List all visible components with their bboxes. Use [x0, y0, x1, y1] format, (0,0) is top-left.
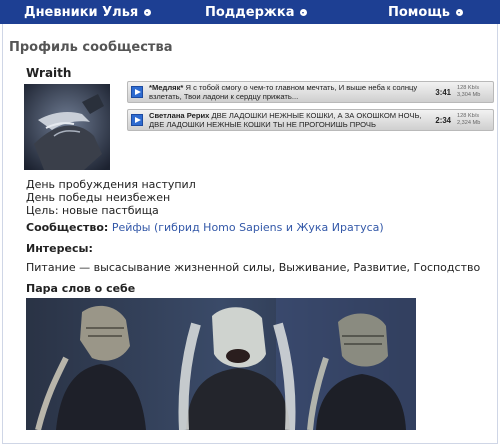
track-title: Я с тобой смогу о чем-то главном мечтать… [149, 83, 418, 101]
about-photo [26, 298, 416, 430]
nav-item-help[interactable]: Помощь [388, 0, 463, 24]
community-row: Сообщество: Рейфы (гибрид Homo Sapiens и… [26, 221, 384, 234]
play-icon[interactable] [131, 114, 143, 126]
track-artist: *Медляк* [149, 83, 184, 92]
track-size: 3,304 Mb [457, 92, 481, 98]
about-image [26, 298, 416, 430]
bio-line: Цель: новые пастбища [26, 204, 159, 217]
interests-heading: Интересы: [26, 242, 93, 255]
track-duration: 3:41 [435, 87, 451, 97]
track-artist: Светлана Рерих [149, 111, 210, 120]
track-size: 2,324 Mb [457, 120, 481, 126]
avatar-image [24, 84, 110, 170]
track-description: *Медляк* Я с тобой смогу о чем-то главно… [149, 83, 429, 101]
track-description: Светлана Рерих ДВЕ ЛАДОШКИ НЕЖНЫЕ КОШКИ,… [149, 111, 429, 129]
play-icon[interactable] [131, 86, 143, 98]
bio-line: День победы неизбежен [26, 191, 171, 204]
community-link[interactable]: Рейфы (гибрид Homo Sapiens и Жука Иратус… [112, 221, 384, 234]
nav-item-hive-diaries[interactable]: Дневники Улья [24, 0, 152, 24]
top-navigation: Дневники Улья Поддержка Помощь [0, 0, 500, 24]
track-file-info: 128 Kb/s 3,304 Mb [457, 85, 489, 99]
profile-bio: День пробуждения наступил День победы не… [26, 178, 196, 217]
audio-track: *Медляк* Я с тобой смогу о чем-то главно… [127, 81, 494, 103]
interests-text: Питание — высасывание жизненной силы, Вы… [26, 261, 481, 274]
bio-line: День пробуждения наступил [26, 178, 196, 191]
chevron-down-icon [300, 8, 308, 16]
nav-item-label: Поддержка [205, 4, 295, 20]
track-file-info: 128 Kb/s 2,324 Mb [457, 113, 489, 127]
about-heading: Пара слов о себе [26, 282, 136, 295]
track-bitrate: 128 Kb/s [457, 113, 480, 119]
nav-item-label: Помощь [388, 4, 450, 20]
nav-item-label: Дневники Улья [24, 4, 139, 20]
nav-item-support[interactable]: Поддержка [205, 0, 308, 24]
page-title: Профиль сообщества [9, 40, 173, 55]
audio-track: Светлана Рерих ДВЕ ЛАДОШКИ НЕЖНЫЕ КОШКИ,… [127, 109, 494, 131]
chevron-down-icon [144, 8, 152, 16]
chevron-down-icon [455, 8, 463, 16]
track-duration: 2:34 [435, 115, 451, 125]
community-name: Wraith [26, 66, 72, 80]
community-label: Сообщество: [26, 221, 109, 234]
track-bitrate: 128 Kb/s [457, 85, 480, 91]
avatar [24, 84, 110, 170]
